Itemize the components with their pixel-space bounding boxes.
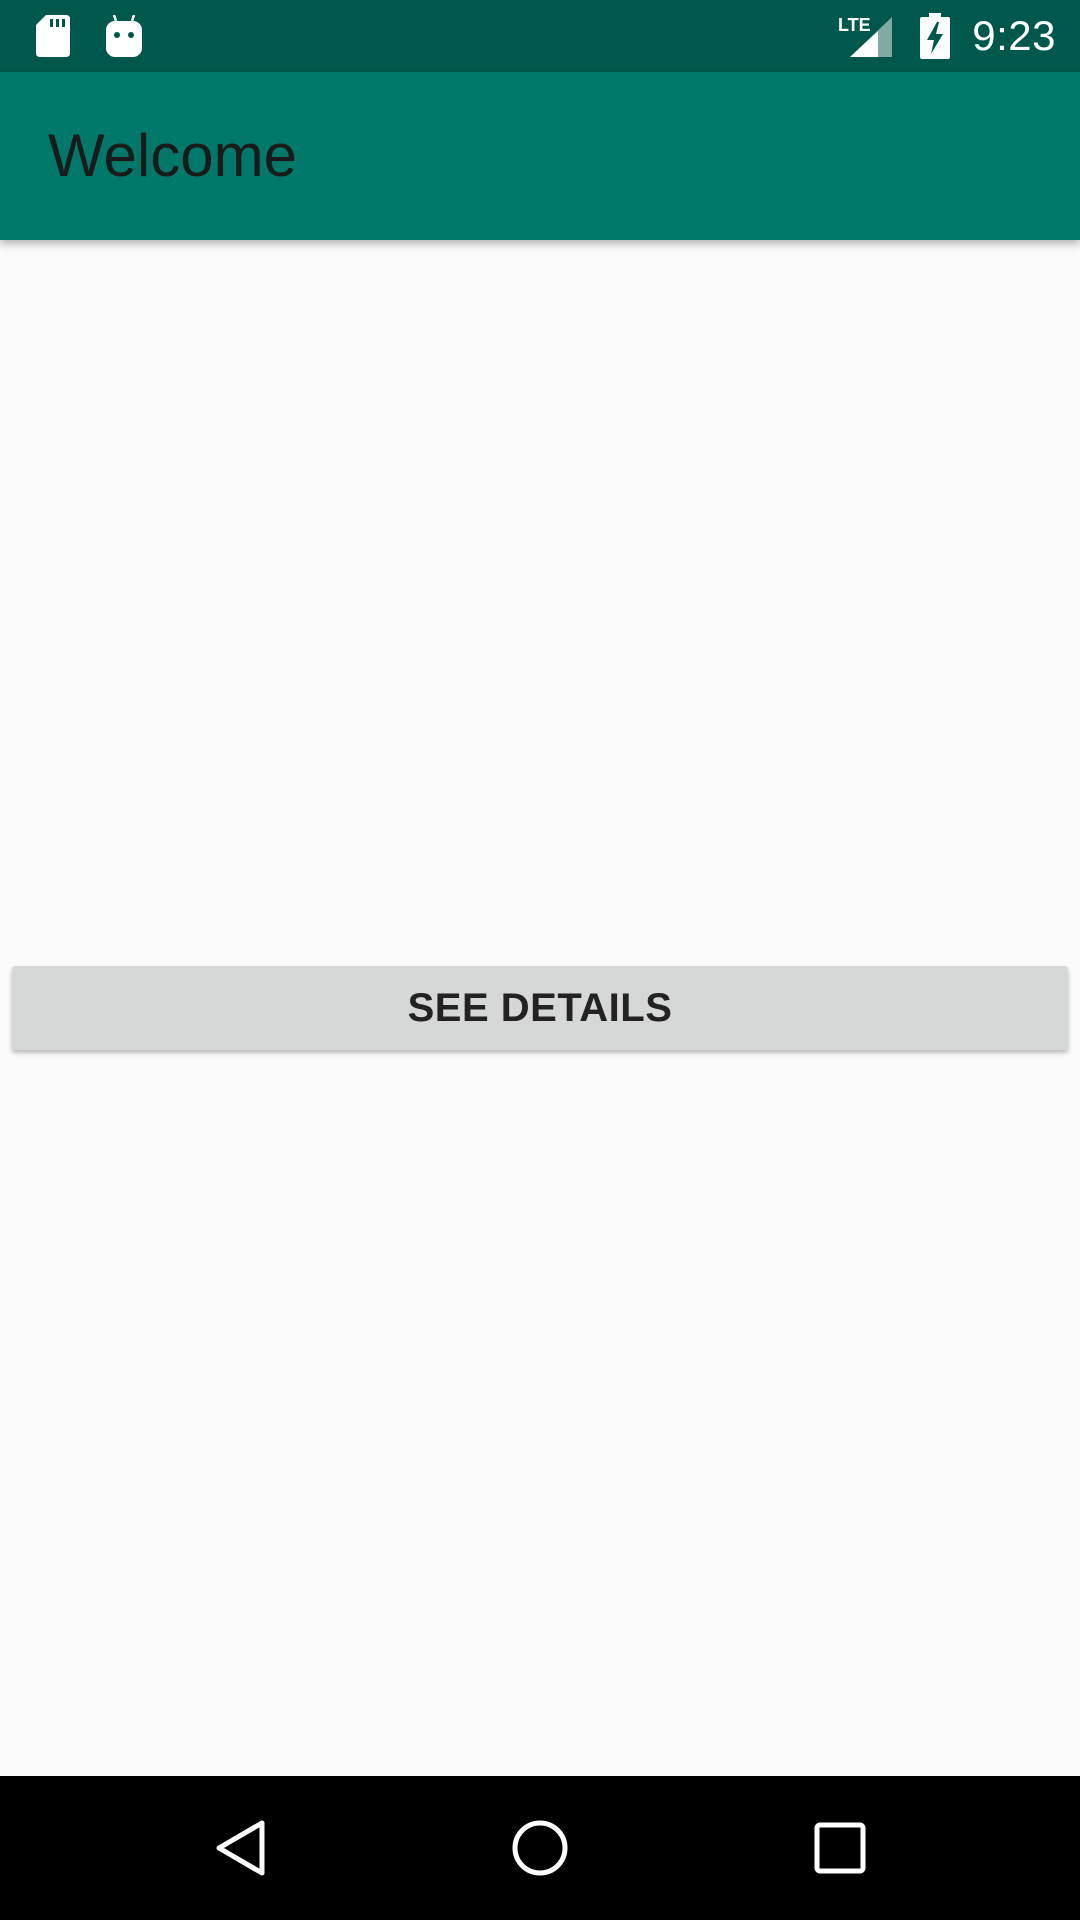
see-details-button[interactable]: SEE DETAILS <box>12 966 1068 1050</box>
lte-signal-icon: LTE <box>838 13 898 59</box>
sd-card-icon <box>36 15 70 57</box>
status-system: LTE 9:23 <box>838 0 1056 72</box>
status-time: 9:23 <box>972 12 1056 59</box>
recents-button[interactable] <box>770 1776 910 1920</box>
back-button[interactable] <box>170 1776 310 1920</box>
navigation-bar <box>0 1776 1080 1920</box>
recents-icon <box>814 1822 866 1874</box>
app-bar: Welcome <box>0 72 1080 240</box>
battery-charging-icon <box>920 13 951 59</box>
android-icon <box>106 15 142 57</box>
home-button[interactable] <box>470 1776 610 1920</box>
lte-label: LTE <box>838 15 871 35</box>
status-notifications <box>36 14 142 58</box>
page-title: Welcome <box>48 122 297 189</box>
home-icon <box>511 1819 569 1877</box>
status-bar: LTE 9:23 <box>0 0 1080 72</box>
main-content: SEE DETAILS <box>0 240 1080 1776</box>
back-icon <box>214 1819 266 1877</box>
screen: LTE 9:23 Welcome SEE DETAILS <box>0 0 1080 1920</box>
